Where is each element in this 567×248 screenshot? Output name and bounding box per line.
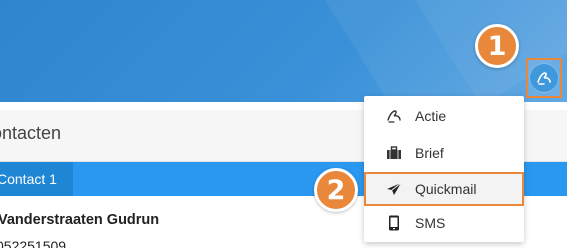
- menu-item-label: SMS: [415, 215, 446, 231]
- contact-phone: 052251509: [0, 238, 67, 248]
- menu-item-label: Actie: [415, 108, 447, 124]
- menu-item-label: Brief: [415, 145, 444, 161]
- mobile-phone-icon: [386, 215, 402, 231]
- step-badge-2: 2: [314, 168, 358, 212]
- actions-button[interactable]: [526, 58, 562, 98]
- menu-item-label: Quickmail: [415, 181, 477, 197]
- action-swirl-icon: [386, 108, 402, 124]
- menu-item-quickmail[interactable]: Quickmail: [364, 172, 524, 206]
- tab-label: Contact 1: [0, 171, 57, 187]
- menu-item-brief[interactable]: Brief: [364, 136, 524, 170]
- section-title: ontacten: [0, 123, 62, 143]
- actions-dropdown-menu: Actie Brief Quickmail SMS: [364, 96, 524, 242]
- action-swirl-icon: [529, 63, 559, 93]
- paper-plane-icon: [386, 181, 402, 197]
- contact-name: Vanderstraaten Gudrun: [0, 212, 160, 228]
- briefcase-icon: [386, 145, 402, 161]
- menu-item-sms[interactable]: SMS: [364, 206, 524, 240]
- screen: ontacten Contact 1 Vanderstraaten Gudrun…: [0, 0, 567, 248]
- tab-contact-1[interactable]: Contact 1: [0, 162, 73, 196]
- menu-item-actie[interactable]: Actie: [364, 99, 524, 133]
- step-badge-1: 1: [475, 24, 519, 68]
